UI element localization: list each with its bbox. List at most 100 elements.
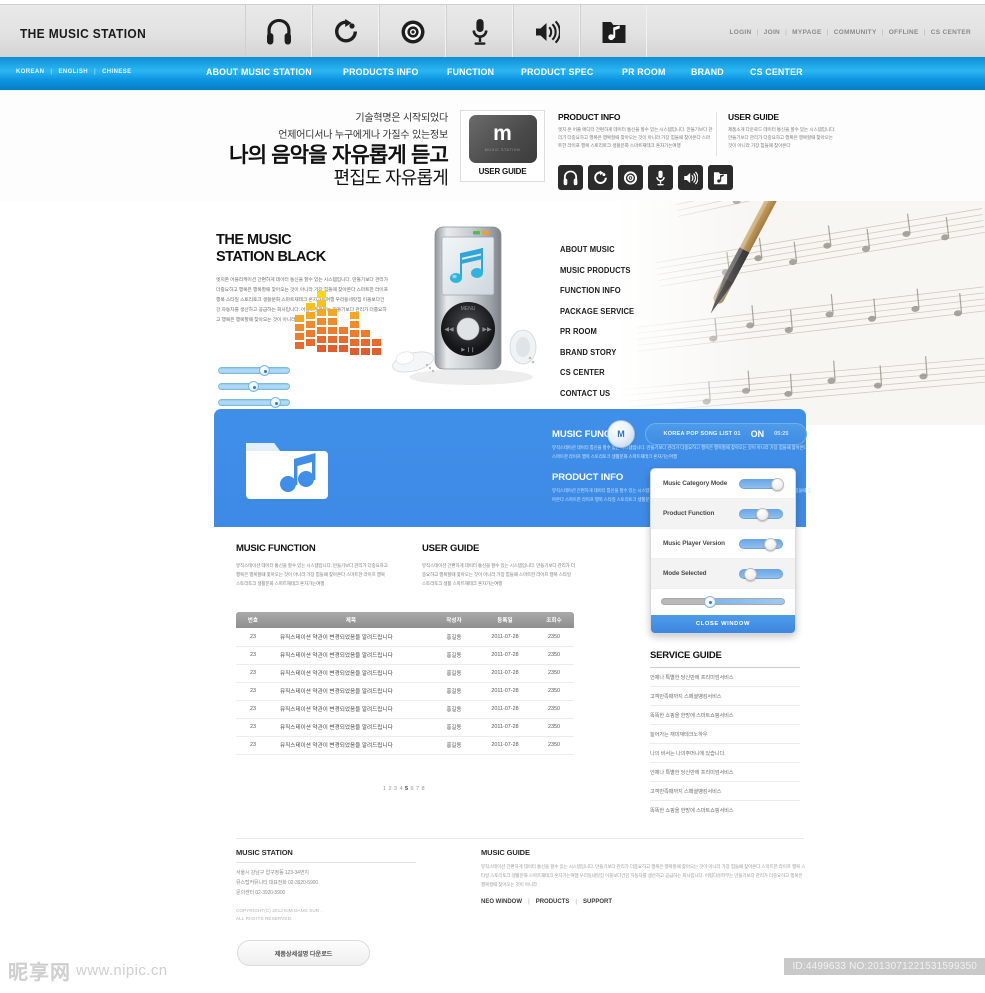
nav-link-product-spec[interactable]: PRODUCT SPEC: [521, 67, 593, 78]
popup-toggle-music-category-mode[interactable]: [739, 477, 784, 491]
row-title[interactable]: 뮤직스테이션 약관이 변경되었음을 알려드립니다: [270, 718, 432, 737]
list-item[interactable]: 똑똑한 쇼핑을 한방에 스마트쇼핑서비스: [650, 800, 800, 819]
lang-english[interactable]: ENGLISH: [59, 69, 88, 75]
side-menu-pr-room[interactable]: PR ROOM: [560, 327, 634, 336]
list-item[interactable]: 고객만족때까지 스페셜뱅킹서비스: [650, 686, 800, 705]
hero-icon-microphone[interactable]: [648, 165, 673, 190]
header-icon-speaker-volume[interactable]: [513, 5, 580, 58]
utility-link-community[interactable]: COMMUNITY: [834, 29, 877, 36]
nav-link-function[interactable]: FUNCTION: [447, 67, 494, 78]
popup-toggle-product-function[interactable]: [739, 507, 783, 521]
popup-row-music-player-version[interactable]: Music Player Version: [651, 529, 795, 559]
hero-icon-refresh-play[interactable]: [588, 165, 613, 190]
nav-link-brand[interactable]: BRAND: [691, 67, 724, 78]
download-button[interactable]: 제품상세설명 다운로드: [237, 940, 370, 966]
nav-link-pr-room[interactable]: PR ROOM: [622, 67, 666, 78]
nav-link-about[interactable]: ABOUT MUSIC STATION: [206, 67, 312, 78]
row-title[interactable]: 뮤직스테이션 약관이 변경되었음을 알려드립니다: [270, 736, 432, 755]
nav-item-brand[interactable]: BRAND: [691, 67, 749, 78]
utility-link-login[interactable]: LOGIN: [729, 29, 751, 36]
nav-item-cs-center[interactable]: CS CENTER: [750, 67, 830, 78]
side-menu-function-info[interactable]: FUNCTION INFO: [560, 286, 634, 295]
list-item[interactable]: 언제나 특별한 당신만에 프리미엄서비스: [650, 667, 800, 686]
header-icon-microphone[interactable]: [446, 5, 513, 58]
footer-link-support[interactable]: SUPPORT: [583, 899, 612, 905]
now-playing-state[interactable]: ON: [751, 429, 765, 439]
hero-icon-music-folder[interactable]: [708, 165, 733, 190]
popup-toggle-knob[interactable]: [771, 477, 784, 491]
nav-link-cs-center[interactable]: CS CENTER: [750, 67, 803, 78]
side-menu-cs-center[interactable]: CS CENTER: [560, 368, 634, 377]
eq-slider-3-knob[interactable]: [270, 397, 281, 408]
utility-link-cs-center[interactable]: CS CENTER: [931, 29, 971, 36]
settings-popup-window[interactable]: Music Category Mode Product Function Mus…: [650, 468, 796, 634]
table-row[interactable]: 23 뮤직스테이션 약관이 변경되었음을 알려드립니다 홍길동 2011-07-…: [236, 682, 574, 701]
nav-item-product-spec[interactable]: PRODUCT SPEC: [521, 67, 622, 78]
side-menu-music-products[interactable]: MUSIC PRODUCTS: [560, 266, 634, 275]
utility-link-offline[interactable]: OFFLINE: [889, 29, 919, 36]
popup-toggle-mode-selected[interactable]: [739, 567, 783, 581]
row-title[interactable]: 뮤직스테이션 약관이 변경되었음을 알려드립니다: [270, 664, 432, 683]
popup-volume-slider[interactable]: [651, 589, 795, 613]
lang-chinese[interactable]: CHINESE: [102, 69, 131, 75]
nav-item-about[interactable]: ABOUT MUSIC STATION: [206, 67, 343, 78]
page-8[interactable]: 8: [422, 786, 428, 792]
popup-row-music-category-mode[interactable]: Music Category Mode: [651, 469, 795, 499]
table-row[interactable]: 23 뮤직스테이션 약관이 변경되었음을 알려드립니다 홍길동 2011-07-…: [236, 664, 574, 683]
table-row[interactable]: 23 뮤직스테이션 약관이 변경되었음을 알려드립니다 홍길동 2011-07-…: [236, 700, 574, 719]
nav-item-pr-room[interactable]: PR ROOM: [622, 67, 692, 78]
board-table-head: 번호 제목 작성자 등록일 조회수: [236, 612, 574, 628]
eq-slider-1-knob[interactable]: [259, 365, 270, 376]
eq-slider-1-track[interactable]: [218, 367, 290, 374]
table-row[interactable]: 23 뮤직스테이션 약관이 변경되었음을 알려드립니다 홍길동 2011-07-…: [236, 718, 574, 737]
side-menu-contact-us[interactable]: CONTACT US: [560, 389, 634, 398]
header-icon-headphones[interactable]: [245, 5, 312, 58]
now-playing-bar[interactable]: KOREA POP SONG LIST 01 ON 05:25: [645, 423, 807, 445]
row-title[interactable]: 뮤직스테이션 약관이 변경되었음을 알려드립니다: [270, 628, 432, 647]
list-item[interactable]: 언제나 특별한 당신만에 프리미엄서비스: [650, 762, 800, 781]
m-badge-button[interactable]: M: [607, 420, 635, 448]
list-item[interactable]: 고객만족때까지 스페셜뱅킹서비스: [650, 781, 800, 800]
utility-link-mypage[interactable]: MYPAGE: [792, 29, 822, 36]
eq-slider-1[interactable]: [218, 365, 290, 376]
header-icon-vinyl-disc[interactable]: [379, 5, 446, 58]
popup-volume-track[interactable]: [661, 595, 785, 608]
lang-korean[interactable]: KOREAN: [16, 69, 44, 75]
popup-row-product-function[interactable]: Product Function: [651, 499, 795, 529]
list-item[interactable]: 늘어가는 재미재테크노하우: [650, 724, 800, 743]
list-item[interactable]: 똑똑한 쇼핑을 한방에 스마트쇼핑서비스: [650, 705, 800, 724]
nav-item-function[interactable]: FUNCTION: [447, 67, 521, 78]
utility-link-join[interactable]: JOIN: [764, 29, 780, 36]
popup-toggle-music-player-version[interactable]: [739, 537, 783, 551]
eq-slider-2-knob[interactable]: [248, 381, 259, 392]
eq-slider-2[interactable]: [218, 381, 290, 392]
hero-icon-headphones[interactable]: [558, 165, 583, 190]
row-title[interactable]: 뮤직스테이션 약관이 변경되었음을 알려드립니다: [270, 646, 432, 665]
side-menu-brand-story[interactable]: BRAND STORY: [560, 348, 634, 357]
footer-link-neo-window[interactable]: NEO WINDOW: [481, 899, 522, 905]
table-row[interactable]: 23 뮤직스테이션 약관이 변경되었음을 알려드립니다 홍길동 2011-07-…: [236, 736, 574, 755]
popup-toggle-knob[interactable]: [764, 537, 777, 551]
hero-icon-speaker-volume[interactable]: [678, 165, 703, 190]
popup-toggle-knob[interactable]: [756, 507, 769, 521]
table-row[interactable]: 23 뮤직스테이션 약관이 변경되었음을 알려드립니다 홍길동 2011-07-…: [236, 628, 574, 647]
user-guide-card[interactable]: m MUSIC STATION USER GUIDE: [460, 110, 545, 182]
list-item[interactable]: 나의 비서는 나의주머니에 있습니다.: [650, 743, 800, 762]
row-title[interactable]: 뮤직스테이션 약관이 변경되었음을 알려드립니다: [270, 700, 432, 719]
popup-toggle-knob[interactable]: [744, 567, 757, 581]
header-icon-music-folder[interactable]: [580, 5, 647, 58]
eq-slider-3[interactable]: [218, 397, 290, 408]
popup-row-mode-selected[interactable]: Mode Selected: [651, 559, 795, 589]
hero-icon-vinyl-disc[interactable]: [618, 165, 643, 190]
side-menu-about-music[interactable]: ABOUT MUSIC: [560, 245, 634, 254]
header-icon-refresh-play[interactable]: [312, 5, 379, 58]
row-hits: 2350: [534, 682, 574, 701]
popup-volume-knob[interactable]: [704, 595, 716, 608]
nav-link-products-info[interactable]: PRODUCTS INFO: [343, 67, 419, 78]
nav-item-products-info[interactable]: PRODUCTS INFO: [343, 67, 447, 78]
table-row[interactable]: 23 뮤직스테이션 약관이 변경되었음을 알려드립니다 홍길동 2011-07-…: [236, 646, 574, 665]
row-title[interactable]: 뮤직스테이션 약관이 변경되었음을 알려드립니다: [270, 682, 432, 701]
popup-close-button[interactable]: CLOSE WINDOW: [651, 615, 795, 633]
footer-link-products[interactable]: PRODUCTS: [536, 899, 570, 905]
side-menu-package-service[interactable]: PACKAGE SERVICE: [560, 307, 634, 316]
